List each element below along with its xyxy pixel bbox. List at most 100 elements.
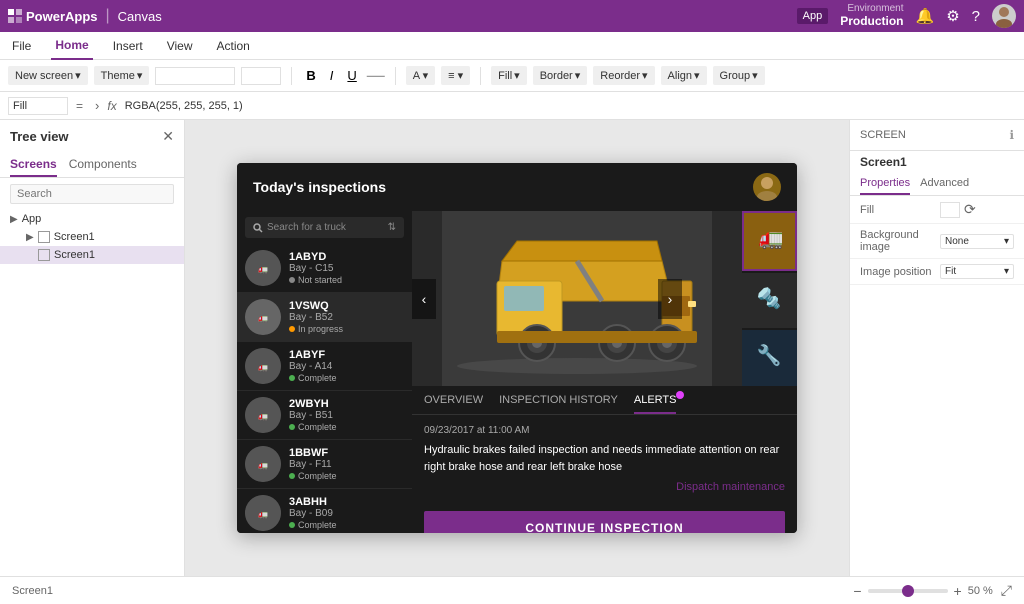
dispatch-link[interactable]: Dispatch maintenance xyxy=(424,481,785,493)
expand-button[interactable]: ⤢ xyxy=(1001,582,1012,599)
canvas-area: Today's inspections Search for a truck ⇅ xyxy=(185,120,849,576)
thumb-1[interactable]: 🔩 xyxy=(742,273,797,329)
fill-color-swatch[interactable] xyxy=(940,202,960,218)
truck-status-4: Complete xyxy=(289,471,404,481)
tree-item-app[interactable]: ▶ App xyxy=(0,210,184,228)
svg-text:🚛: 🚛 xyxy=(258,461,268,470)
tab-overview[interactable]: OVERVIEW xyxy=(424,394,483,414)
tab-properties[interactable]: Properties xyxy=(860,173,910,195)
thumb-0[interactable]: 🚛 xyxy=(742,211,797,271)
tree-item-screen1-parent[interactable]: ▶ Screen1 xyxy=(0,228,184,246)
formula-value: RGBA(255, 255, 255, 1) xyxy=(125,100,1016,112)
right-panel-header: SCREEN ℹ xyxy=(850,120,1024,151)
truck-id-5: 3ABHH xyxy=(289,496,404,508)
tab-inspection-history[interactable]: INSPECTION HISTORY xyxy=(499,394,618,414)
truck-bay-2: Bay - A14 xyxy=(289,361,404,372)
size-input-field[interactable] xyxy=(241,67,281,85)
truck-item-1[interactable]: 🚛 1VSWQ Bay - B52 In progress xyxy=(237,293,412,342)
reorder-button[interactable]: Reorder ▾ xyxy=(593,66,654,85)
toolbar-separator-1 xyxy=(291,67,292,85)
fill-button[interactable]: Fill ▾ xyxy=(491,66,527,85)
canvas-label: Canvas xyxy=(118,9,162,24)
tree-arrow-screen1: ▶ xyxy=(26,232,34,243)
prop-tabs: Properties Advanced xyxy=(850,173,1024,196)
status-dot-5 xyxy=(289,522,295,528)
menu-view[interactable]: View xyxy=(163,32,197,60)
app-content: Search for a truck ⇅ 🚛 1ABYD Ba xyxy=(237,211,797,533)
continue-inspection-button[interactable]: CONTINUE INSPECTION xyxy=(424,511,785,533)
next-image-button[interactable]: › xyxy=(658,279,682,319)
truck-search: Search for a truck ⇅ xyxy=(237,211,412,244)
truck-info-1: 1VSWQ Bay - B52 In progress xyxy=(289,300,404,334)
tab-components[interactable]: Components xyxy=(69,153,137,177)
status-dot-0 xyxy=(289,277,295,283)
italic-button[interactable]: I xyxy=(326,66,338,85)
menu-home[interactable]: Home xyxy=(51,32,92,60)
user-avatar[interactable] xyxy=(992,4,1016,28)
tree-view-title: Tree view xyxy=(10,129,69,144)
search-input[interactable] xyxy=(10,184,174,204)
new-screen-button[interactable]: New screen ▾ xyxy=(8,66,88,85)
text-input-field[interactable] xyxy=(155,67,235,85)
thumb-2[interactable]: 🔧 xyxy=(742,330,797,386)
zoom-slider[interactable] xyxy=(868,589,948,593)
tab-screens[interactable]: Screens xyxy=(10,153,57,177)
menu-file[interactable]: File xyxy=(8,32,35,60)
bottom-screen-label: Screen1 xyxy=(12,585,845,597)
truck-search-placeholder: Search for a truck xyxy=(267,222,346,233)
main-panel: ‹ › 🚛 🔩 🔧 xyxy=(412,211,797,533)
truck-item-5[interactable]: 🚛 3ABHH Bay - B09 Complete xyxy=(237,489,412,533)
menu-action[interactable]: Action xyxy=(213,32,254,60)
tree-item-screen1-child[interactable]: Screen1 xyxy=(0,246,184,264)
truck-thumb-4: 🚛 xyxy=(245,446,281,482)
settings-icon[interactable]: ⚙ xyxy=(946,7,959,25)
border-button[interactable]: Border ▾ xyxy=(533,66,588,85)
truck-item-0[interactable]: 🚛 1ABYD Bay - C15 Not started xyxy=(237,244,412,293)
toolbar-separator-3 xyxy=(480,67,481,85)
group-button[interactable]: Group ▾ xyxy=(713,66,765,85)
truck-item-2[interactable]: 🚛 1ABYF Bay - A14 Complete xyxy=(237,342,412,391)
prev-image-button[interactable]: ‹ xyxy=(412,279,436,319)
dropdown-arrow-2: ▾ xyxy=(1004,266,1009,277)
screen-label: SCREEN xyxy=(860,129,906,141)
close-panel-button[interactable]: ✕ xyxy=(162,128,174,145)
bg-image-dropdown[interactable]: None ▾ xyxy=(940,234,1014,249)
app-button[interactable]: App xyxy=(797,8,829,24)
image-position-dropdown[interactable]: Fit ▾ xyxy=(940,264,1014,279)
alerts-badge xyxy=(676,391,684,399)
truck-item-4[interactable]: 🚛 1BBWF Bay - F11 Complete xyxy=(237,440,412,489)
help-icon[interactable]: ? xyxy=(972,8,980,25)
status-text-2: Complete xyxy=(298,373,337,383)
main-content: Tree view ✕ Screens Components ▶ App ▶ S… xyxy=(0,120,1024,576)
tree-arrow-app: ▶ xyxy=(10,214,18,225)
fill-color-icon[interactable]: ⟳ xyxy=(964,201,976,218)
info-icon: ℹ xyxy=(1009,128,1014,142)
truck-info-5: 3ABHH Bay - B09 Complete xyxy=(289,496,404,530)
app-tree-label: App xyxy=(22,213,42,225)
theme-button[interactable]: Theme ▾ xyxy=(94,66,150,85)
formula-name-input[interactable] xyxy=(8,97,68,115)
truck-status-0: Not started xyxy=(289,275,404,285)
truck-status-2: Complete xyxy=(289,373,404,383)
formula-fx-label: fx xyxy=(107,99,116,113)
font-color-button[interactable]: A ▾ xyxy=(406,66,435,85)
align-button[interactable]: Align ▾ xyxy=(661,66,707,85)
sort-icon[interactable]: ⇅ xyxy=(388,222,396,233)
right-panel: SCREEN ℹ Screen1 Properties Advanced Fil… xyxy=(849,120,1024,576)
menu-insert[interactable]: Insert xyxy=(109,32,147,60)
formula-bar: = › fx RGBA(255, 255, 255, 1) xyxy=(0,92,1024,120)
zoom-plus-button[interactable]: + xyxy=(954,583,962,599)
tab-alerts[interactable]: ALERTS xyxy=(634,394,677,414)
screen1-checkbox[interactable] xyxy=(38,231,50,243)
zoom-thumb[interactable] xyxy=(902,585,914,597)
screen1-child-checkbox[interactable] xyxy=(38,249,50,261)
bold-button[interactable]: B xyxy=(302,66,319,85)
env-info: Environment Production xyxy=(840,4,903,28)
notification-icon[interactable]: 🔔 xyxy=(916,7,935,25)
tab-advanced[interactable]: Advanced xyxy=(920,173,969,195)
underline-button[interactable]: U xyxy=(343,66,360,85)
truck-item-3[interactable]: 🚛 2WBYH Bay - B51 Complete xyxy=(237,391,412,440)
zoom-minus-button[interactable]: − xyxy=(853,583,861,599)
app-user-avatar xyxy=(753,173,781,201)
align-text-button[interactable]: ≡ ▾ xyxy=(441,66,470,85)
